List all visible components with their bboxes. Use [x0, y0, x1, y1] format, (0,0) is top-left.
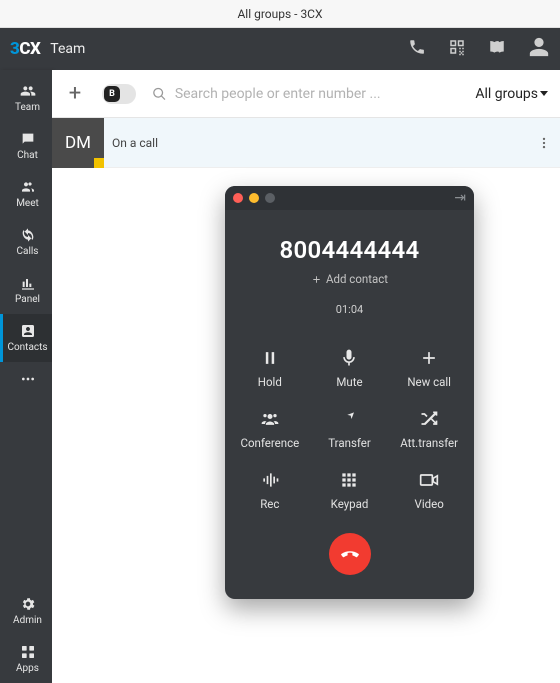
pause-icon [260, 348, 280, 368]
groups-dropdown[interactable]: All groups [475, 86, 548, 102]
sidebar-item-chat[interactable]: Chat [0, 122, 52, 170]
toggle-knob: B [104, 86, 120, 102]
call-timer: 01:04 [235, 303, 464, 316]
sidebar-item-label: Meet [16, 198, 39, 209]
mute-button[interactable]: Mute [313, 348, 387, 389]
panel-icon [19, 275, 37, 291]
sidebar-item-panel[interactable]: Panel [0, 266, 52, 314]
meet-icon [19, 179, 37, 195]
sidebar-item-team[interactable]: Team [0, 74, 52, 122]
minimize-icon[interactable] [249, 193, 259, 203]
sidebar-item-label: Apps [16, 663, 39, 674]
groups-label: All groups [475, 86, 538, 102]
contact-avatar: DM [52, 118, 104, 168]
chevron-down-icon [540, 91, 548, 96]
conference-button[interactable]: Conference [233, 409, 307, 450]
call-window: ⇥ 8004444444 Add contact 01:04 Hold Mute… [225, 186, 474, 599]
conference-icon [260, 409, 280, 429]
keypad-icon [339, 470, 359, 490]
row-more-button[interactable] [534, 133, 554, 153]
topbar-title: Team [50, 41, 85, 57]
add-contact-button[interactable]: Add contact [311, 272, 388, 286]
more-vertical-icon [537, 136, 551, 150]
sidebar-item-label: Contacts [7, 342, 47, 353]
contact-status: On a call [104, 136, 158, 150]
transfer-icon [339, 409, 359, 429]
contact-initials: DM [65, 133, 91, 153]
contact-row[interactable]: DM On a call [52, 118, 560, 168]
app-topbar: 3CX Team [0, 28, 560, 70]
apps-icon [19, 644, 37, 660]
search-input[interactable] [175, 86, 460, 102]
book-icon[interactable] [488, 38, 506, 60]
sidebar-item-label: Calls [17, 246, 39, 257]
search-box[interactable] [152, 86, 459, 102]
sidebar-item-meet[interactable]: Meet [0, 170, 52, 218]
call-number: 8004444444 [235, 236, 464, 264]
shuffle-icon [419, 409, 439, 429]
plus-icon [419, 348, 439, 368]
contacts-icon [19, 323, 37, 339]
toolbar: + B All groups [52, 70, 560, 118]
close-icon[interactable] [233, 193, 243, 203]
sidebar-item-more[interactable] [0, 362, 52, 396]
expand-icon[interactable]: ⇥ [454, 190, 466, 206]
view-toggle[interactable]: B [102, 84, 136, 104]
new-call-button[interactable]: New call [392, 348, 466, 389]
add-button[interactable]: + [64, 83, 86, 105]
phone-icon[interactable] [408, 38, 426, 60]
sidebar-item-label: Panel [15, 294, 40, 305]
window-title: All groups - 3CX [237, 7, 322, 21]
record-icon [260, 470, 280, 490]
call-window-titlebar[interactable]: ⇥ [225, 186, 474, 210]
hold-button[interactable]: Hold [233, 348, 307, 389]
microphone-icon [339, 348, 359, 368]
transfer-button[interactable]: Transfer [313, 409, 387, 450]
att-transfer-button[interactable]: Att.transfer [392, 409, 466, 450]
add-contact-label: Add contact [326, 272, 388, 286]
sidebar-item-label: Admin [13, 615, 42, 626]
sidebar: Team Chat Meet Calls Panel Contacts Ad [0, 70, 52, 683]
window-titlebar: All groups - 3CX [0, 0, 560, 28]
calls-icon [19, 227, 37, 243]
record-button[interactable]: Rec [233, 470, 307, 511]
keypad-button[interactable]: Keypad [313, 470, 387, 511]
chat-icon [19, 131, 37, 147]
sidebar-item-calls[interactable]: Calls [0, 218, 52, 266]
hangup-icon [339, 543, 361, 565]
team-icon [19, 83, 37, 99]
search-icon [152, 86, 167, 102]
sidebar-item-contacts[interactable]: Contacts [0, 314, 52, 362]
zoom-icon [265, 193, 275, 203]
video-icon [419, 470, 439, 490]
more-icon [19, 371, 37, 387]
status-indicator [94, 158, 104, 168]
user-avatar-icon[interactable] [528, 36, 550, 62]
brand-logo: 3CX [10, 39, 40, 59]
qr-icon[interactable] [448, 38, 466, 60]
video-button[interactable]: Video [392, 470, 466, 511]
sidebar-item-admin[interactable]: Admin [0, 587, 52, 635]
sidebar-item-label: Team [15, 102, 40, 113]
gear-icon [19, 596, 37, 612]
hangup-button[interactable] [329, 533, 371, 575]
sidebar-item-apps[interactable]: Apps [0, 635, 52, 683]
plus-icon [311, 274, 322, 285]
sidebar-item-label: Chat [17, 150, 38, 161]
